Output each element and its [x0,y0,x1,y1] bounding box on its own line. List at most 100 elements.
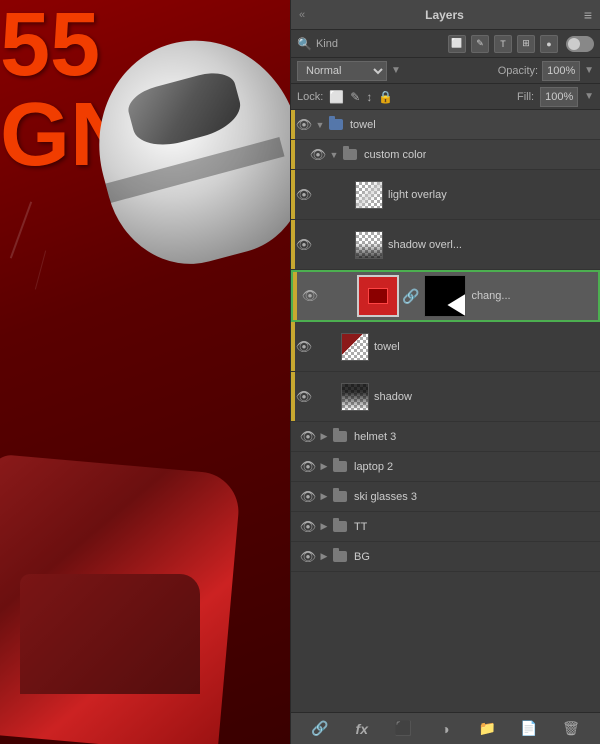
lock-position-btn[interactable]: ↕ [366,90,372,104]
layer-row[interactable]: 👁 towel [291,322,600,372]
layer-name-shadowoverlay: shadow overl... [388,239,462,251]
layer-folder-icon [331,520,349,534]
eye-icon-bg[interactable]: 👁 [299,548,317,566]
layer-row[interactable]: 👁 ▶ TT [291,512,600,542]
layer-name-customcolor: custom color [364,149,426,161]
eye-icon-shadowoverlay[interactable]: 👁 [295,236,313,254]
layer-folder-icon [331,490,349,504]
layer-name-bg: BG [354,551,370,563]
gold-bar-selected [293,272,297,320]
lock-image-btn[interactable]: ✎ [350,90,360,104]
layer-row[interactable]: 👁 shadow overl... [291,220,600,270]
eye-icon-laptop2[interactable]: 👁 [299,458,317,476]
opacity-arrow: ▼ [584,65,594,76]
lock-transparency-btn[interactable]: ⬜ [329,90,344,104]
lock-all-btn[interactable]: 🔒 [378,90,393,104]
lock-label: Lock: [297,91,323,103]
layer-thumb-towel [341,333,369,361]
layer-thumb-shadowoverlay [355,231,383,259]
gold-bar [291,110,295,139]
gold-bar [291,372,295,421]
eye-icon-towel[interactable]: 👁 [295,338,313,356]
layer-row[interactable]: 👁 ▶ laptop 2 [291,452,600,482]
eye-icon-skiglasses3[interactable]: 👁 [299,488,317,506]
layer-mask-chang [424,275,466,317]
fill-label: Fill: [517,91,534,103]
fill-arrow: ▼ [584,91,594,102]
layer-name-towel-group: towel [350,119,376,131]
fill-input[interactable] [540,87,578,107]
blend-mode-select[interactable]: Normal [297,61,387,81]
filter-adjust-btn[interactable]: ✎ [471,35,489,53]
layer-row[interactable]: 👁 shadow [291,372,600,422]
collapse-arrow-towel[interactable]: ▼ [313,118,327,132]
eye-icon-lightoverlay[interactable]: 👁 [295,186,313,204]
eye-icon-tt[interactable]: 👁 [299,518,317,536]
layer-row[interactable]: 👁 ▶ ski glasses 3 [291,482,600,512]
opacity-input[interactable] [542,61,580,81]
mask-btn[interactable]: ⬛ [392,717,416,741]
collapse-arrow-helmet3[interactable]: ▶ [317,430,331,444]
layer-name-skiglasses3: ski glasses 3 [354,491,417,503]
layer-row[interactable]: 👁 light overlay [291,170,600,220]
link-icon: 🔗 [402,288,419,305]
layer-name-towel: towel [374,341,400,353]
eye-icon-helmet3[interactable]: 👁 [299,428,317,446]
filter-search-icon: 🔍 [297,37,312,51]
panel-topbar: « Layers ≡ [291,0,600,30]
layer-folder-icon [331,460,349,474]
filter-smart-btn[interactable]: ● [540,35,558,53]
layer-folder-icon [331,430,349,444]
layer-row[interactable]: 👁 ▶ helmet 3 [291,422,600,452]
layer-name-helmet3: helmet 3 [354,431,396,443]
selected-layer-row[interactable]: 👁 🔗 chang... [291,270,600,322]
layers-list[interactable]: 👁 ▼ towel 👁 ▼ custom color 👁 ligh [291,110,600,712]
blend-bar: Normal ▼ Opacity: ▼ [291,58,600,84]
fx-btn[interactable]: fx [350,717,374,741]
filter-label: Kind [316,38,338,50]
new-layer-btn[interactable]: 📄 [517,717,541,741]
layer-folder-icon [341,148,359,162]
layer-name-lightoverlay: light overlay [388,189,447,201]
filter-toggle[interactable] [566,36,594,52]
eye-icon-customcolor[interactable]: 👁 [309,146,327,164]
collapse-arrow-tt[interactable]: ▶ [317,520,331,534]
collapse-arrow-skiglasses3[interactable]: ▶ [317,490,331,504]
layers-panel: « Layers ≡ 🔍 Kind ⬜ ✎ T ⊞ ● Normal ▼ Opa… [290,0,600,744]
collapse-arrow-bg[interactable]: ▶ [317,550,331,564]
filter-pixel-btn[interactable]: ⬜ [448,35,466,53]
lock-bar: Lock: ⬜ ✎ ↕ 🔒 Fill: ▼ [291,84,600,110]
adjustment-btn[interactable]: ◑ [433,717,457,741]
new-group-btn[interactable]: 📁 [475,717,499,741]
layer-name-shadow: shadow [374,391,412,403]
panel-menu-icon[interactable]: ≡ [584,7,592,23]
blend-arrow: ▼ [391,65,401,76]
layer-thumb-chang [357,275,399,317]
eye-icon-shadow[interactable]: 👁 [295,388,313,406]
eye-icon-towel-group[interactable]: 👁 [295,116,313,134]
collapse-arrow-customcolor[interactable]: ▼ [327,148,341,162]
layer-row[interactable]: 👁 ▼ towel [291,110,600,140]
layer-name-tt: TT [354,521,367,533]
gold-bar [291,140,295,169]
filter-type-btn[interactable]: T [494,35,512,53]
layer-thumb-lightoverlay [355,181,383,209]
link-layers-btn[interactable]: 🔗 [308,717,332,741]
gold-bar [291,170,295,219]
layer-row[interactable]: 👁 ▶ BG [291,542,600,572]
gold-bar [291,220,295,269]
panel-title: Layers [425,8,464,22]
towel-fold [20,574,200,694]
filter-icons: ⬜ ✎ T ⊞ ● [448,35,558,53]
delete-layer-btn[interactable]: 🗑 [559,717,583,741]
layer-folder-icon [331,550,349,564]
filter-bar: 🔍 Kind ⬜ ✎ T ⊞ ● [291,30,600,58]
canvas-area: 55GN [0,0,290,744]
collapse-arrow-laptop2[interactable]: ▶ [317,460,331,474]
eye-icon-chang[interactable]: 👁 [301,287,319,305]
filter-shape-btn[interactable]: ⊞ [517,35,535,53]
layer-thumb-shadow [341,383,369,411]
panel-collapse[interactable]: « [299,9,305,21]
layer-row[interactable]: 👁 ▼ custom color [291,140,600,170]
opacity-label: Opacity: [498,65,538,77]
